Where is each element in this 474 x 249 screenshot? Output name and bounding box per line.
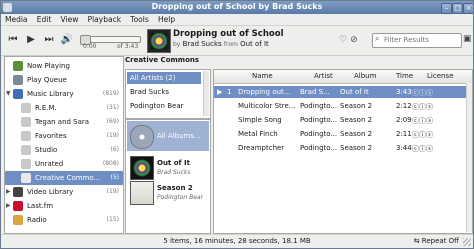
expander-icon[interactable]: ▼ (6, 90, 11, 97)
album-cover (130, 156, 154, 180)
track-row[interactable]: Simple Song Podingto... Season 2 2:09 ⓒⓘ… (214, 114, 466, 126)
track-row[interactable]: Dreamptcher Podingto... Season 2 3:44 ⓒⓘ… (214, 142, 466, 154)
track-row[interactable]: ▶ 1 Dropping out... Brad S... Out of It … (214, 86, 466, 98)
maximize-icon[interactable]: □ (452, 3, 463, 14)
source-radio[interactable]: Radio (15) (5, 213, 123, 227)
lastfm-icon (13, 201, 23, 211)
resize-grip[interactable] (463, 238, 471, 246)
source-creative-commons[interactable]: Creative Commo... (5) (5, 171, 123, 185)
menu-tools[interactable]: Tools (130, 14, 148, 25)
track-row[interactable]: Metal Finch Podingto... Season 2 2:11 ⓒⓘ… (214, 128, 466, 140)
by-label: by (173, 41, 181, 48)
menu-bar: Media Edit View Playback Tools Help (1, 14, 473, 26)
seek-slider[interactable] (80, 35, 141, 45)
column-artist[interactable]: Artist (314, 72, 333, 80)
now-playing-artist: Brad Sucks (182, 40, 222, 48)
total-time: of 3:43 (117, 43, 139, 50)
source-now-playing[interactable]: Now Playing (5, 59, 123, 73)
title-bar: Dropping out of School by Brad Sucks – □… (1, 1, 473, 14)
playlist-icon (21, 103, 31, 113)
close-icon[interactable]: × (463, 3, 473, 14)
disc-icon (130, 125, 154, 149)
artist-browser: All Artists (2) Brad Sucks Podington Bea… (125, 69, 211, 119)
toolbar: ⏮ ▶ ⏭ 🔊 0:00 of 3:43 Dropping out of Sch… (1, 26, 473, 56)
radio-icon (13, 215, 23, 225)
music-note-icon (13, 89, 23, 99)
previous-icon[interactable]: ⏮ (5, 32, 21, 48)
queue-icon (13, 75, 23, 85)
playlist-icon (21, 145, 31, 155)
source-tegan-and-sara[interactable]: Tegan and Sara (69) (5, 115, 123, 129)
artist-item[interactable]: Podington Bear (127, 100, 201, 112)
film-icon (13, 187, 23, 197)
menu-view[interactable]: View (61, 14, 79, 25)
source-lastfm[interactable]: ▶ Last.fm (5, 199, 123, 213)
playing-icon: ▶ (217, 88, 223, 96)
playlist-icon (21, 131, 31, 141)
track-row[interactable]: Multicolor Stre... Podingto... Season 2 … (214, 100, 466, 112)
sources-pane: Now Playing Play Queue ▼ Music Library (… (4, 56, 124, 234)
heart-icon[interactable]: ♡ (339, 35, 350, 45)
expander-icon[interactable]: ▶ (6, 188, 11, 195)
playlist-icon (21, 159, 31, 169)
filter-input[interactable] (384, 35, 458, 45)
album-cover (147, 29, 171, 53)
now-playing-album: Out of It (240, 40, 269, 48)
now-playing-icon (13, 61, 23, 71)
album-browser: All Albums... Out of It Brad Sucks Seaso… (125, 119, 211, 234)
album-item[interactable]: Season 2 Podington Bear (127, 178, 209, 208)
column-license[interactable]: License (427, 72, 453, 80)
source-music-library[interactable]: ▼ Music Library (819) (5, 87, 123, 101)
source-studio[interactable]: Studio (6) (5, 143, 123, 157)
playlist-icon (21, 173, 31, 183)
source-rem[interactable]: R.E.M. (31) (5, 101, 123, 115)
filter-search-box[interactable]: ⌕ (372, 33, 462, 48)
repeat-icon: ⇆ (413, 237, 422, 245)
next-icon[interactable]: ⏭ (41, 32, 57, 48)
artist-item[interactable]: Brad Sucks (127, 86, 201, 98)
artist-scrollbar[interactable] (203, 71, 209, 116)
elapsed-time: 0:00 (83, 43, 97, 50)
source-favorites[interactable]: Favorites (19) (5, 129, 123, 143)
track-list-header: Name Artist Album Time License (214, 70, 472, 84)
album-cover (130, 181, 154, 205)
menu-media[interactable]: Media (5, 14, 28, 25)
app-window: Dropping out of School by Brad Sucks – □… (0, 0, 474, 249)
track-list: Name Artist Album Time License ▶ 1 Dropp… (213, 69, 473, 234)
column-name[interactable]: Name (252, 72, 273, 80)
search-icon: ⌕ (375, 34, 380, 43)
from-label: from (223, 41, 238, 48)
browser-heading: Creative Commons (125, 56, 200, 64)
source-play-queue[interactable]: Play Queue (5, 73, 123, 87)
minimize-icon[interactable]: – (441, 3, 452, 14)
menu-edit[interactable]: Edit (37, 14, 52, 25)
now-playing-title: Dropping out of School (173, 29, 284, 39)
playlist-icon (21, 117, 31, 127)
menu-playback[interactable]: Playback (88, 14, 121, 25)
status-bar: 5 items, 16 minutes, 28 seconds, 18.1 MB… (1, 234, 473, 248)
window-title: Dropping out of School by Brad Sucks (151, 2, 323, 11)
expander-icon[interactable]: ▶ (6, 202, 11, 209)
column-album[interactable]: Album (354, 72, 376, 80)
track-list-scrollbar[interactable] (466, 83, 472, 232)
source-unrated[interactable]: Unrated (808) (5, 157, 123, 171)
album-item-all[interactable]: All Albums... (127, 121, 209, 151)
play-icon[interactable]: ▶ (23, 32, 39, 48)
rating-icons[interactable]: ♡⊘ (339, 35, 361, 45)
view-icon[interactable]: ▣ (463, 34, 472, 44)
source-video-library[interactable]: ▶ Video Library (19) (5, 185, 123, 199)
status-summary: 5 items, 16 minutes, 28 seconds, 18.1 MB (163, 237, 311, 245)
column-time[interactable]: Time (396, 72, 413, 80)
menu-help[interactable]: Help (158, 14, 175, 25)
now-playing-artist-line: by Brad Sucks from Out of It (173, 40, 269, 48)
repeat-toggle[interactable]: ⇆ Repeat Off (414, 237, 459, 245)
volume-icon[interactable]: 🔊 (59, 32, 75, 48)
ban-icon[interactable]: ⊘ (350, 35, 361, 45)
artist-item-all[interactable]: All Artists (2) (127, 72, 201, 84)
